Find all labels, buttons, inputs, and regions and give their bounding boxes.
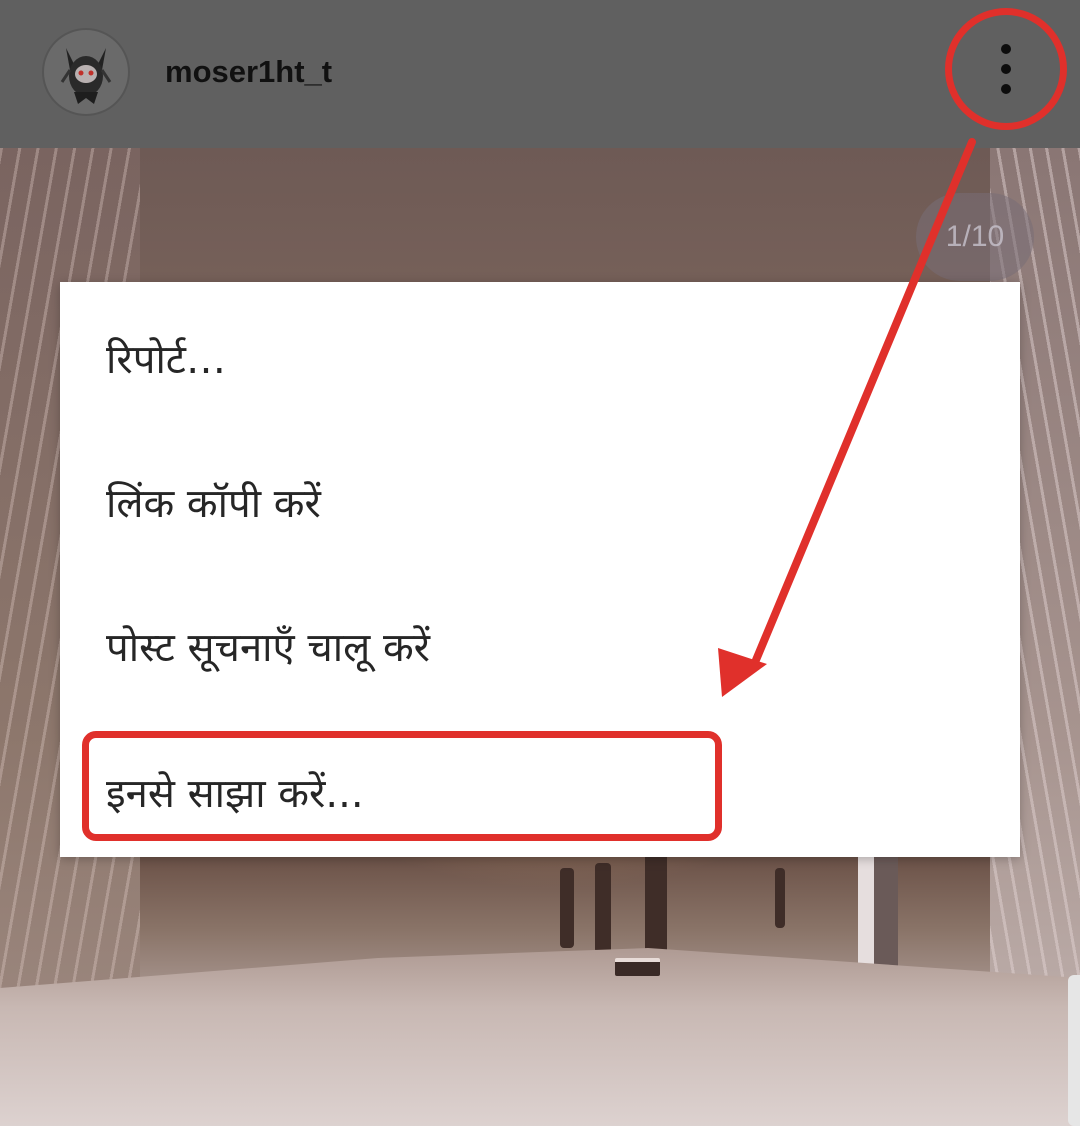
username[interactable]: moser1ht_t [165,54,332,90]
menu-item-turn-on-post-notifications[interactable]: पोस्ट सूचनाएँ चालू करें [106,618,430,673]
tree-trunk [560,868,574,948]
tree-trunk [775,868,785,928]
carousel-counter: 1/10 [916,193,1034,281]
tree-trunk [595,863,611,953]
devil-mask-avatar-icon [60,48,112,104]
more-options-button[interactable] [945,8,1067,130]
scroll-handle[interactable] [1068,975,1080,1126]
park-bench [615,958,660,976]
annotation-highlight-box [82,731,722,841]
three-dots-vertical-icon [1000,44,1012,94]
menu-item-report[interactable]: रिपोर्ट… [106,330,226,385]
post-header: moser1ht_t [0,0,1080,148]
profile-avatar[interactable] [42,28,130,116]
snowy-path [0,948,1080,1126]
menu-item-copy-link[interactable]: लिंक कॉपी करें [106,474,321,529]
